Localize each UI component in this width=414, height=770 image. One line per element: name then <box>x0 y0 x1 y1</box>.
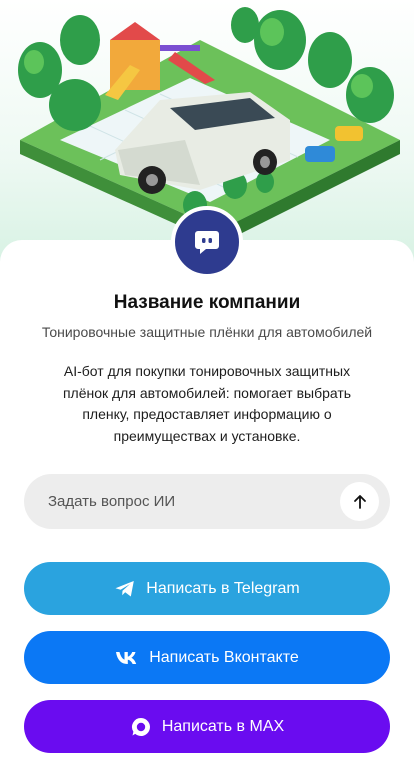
telegram-button[interactable]: Написать в Telegram <box>24 562 390 615</box>
vk-button[interactable]: Написать Вконтакте <box>24 631 390 684</box>
company-name: Название компании <box>113 292 301 313</box>
ask-ai-field[interactable] <box>24 474 390 529</box>
vk-icon <box>115 651 139 665</box>
vk-button-label: Написать Вконтакте <box>149 648 299 666</box>
telegram-button-label: Написать в Telegram <box>146 579 300 597</box>
send-question-button[interactable] <box>340 482 379 521</box>
chat-bubble-icon <box>195 231 219 254</box>
max-icon <box>130 716 152 738</box>
company-description: AI-бот для покупки тонировочных защитных… <box>62 363 352 444</box>
company-tagline: Тонировочные защитные плёнки для автомоб… <box>41 324 373 340</box>
telegram-icon <box>114 579 136 599</box>
company-avatar <box>171 206 243 278</box>
ask-ai-input[interactable] <box>48 493 390 510</box>
arrow-up-icon <box>353 494 366 509</box>
max-button-label: Написать в MAX <box>161 717 285 735</box>
max-button[interactable]: Написать в MAX <box>24 700 390 753</box>
